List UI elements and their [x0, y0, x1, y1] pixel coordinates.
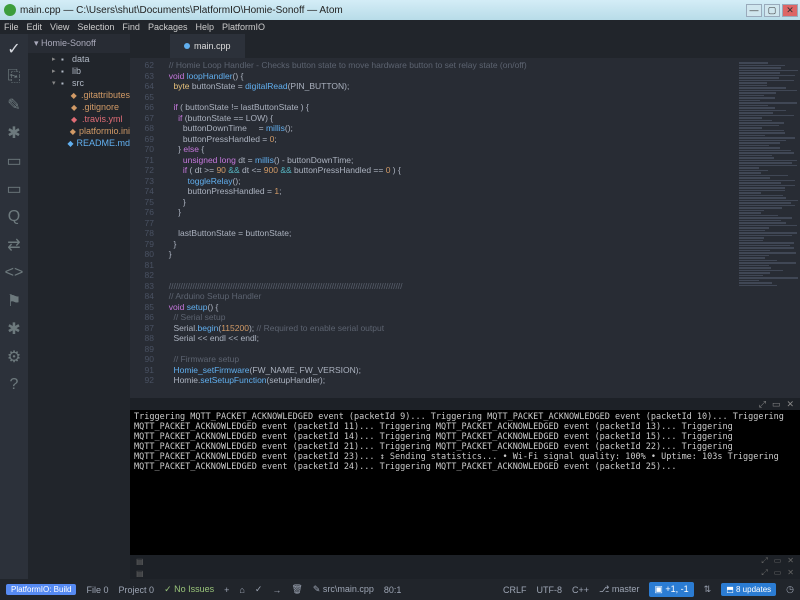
caret-icon: ▾ — [34, 38, 41, 48]
activity-icon[interactable]: ⎘ — [7, 70, 21, 84]
tree-item[interactable]: ◆.travis.yml — [28, 113, 130, 125]
tree-item[interactable]: ◆.gitattributes — [28, 89, 130, 101]
status-bar: PlatformIO: Build File 0 Project 0 ✓ No … — [0, 579, 800, 600]
bottom-panels: ▤ ⤢ ▭ ✕ ▤ ⤢ ▭ ✕ — [130, 555, 800, 579]
project-name: Homie-Sonoff — [41, 38, 96, 48]
line-ending[interactable]: CRLF — [503, 585, 527, 595]
close-button[interactable]: ✕ — [782, 4, 798, 17]
activity-icon[interactable]: ? — [7, 378, 21, 392]
atom-logo-icon — [4, 4, 16, 16]
file-issues[interactable]: File 0 — [86, 585, 108, 595]
menu-find[interactable]: Find — [122, 22, 140, 32]
menu-view[interactable]: View — [50, 22, 69, 32]
terminal-output[interactable]: Triggering MQTT_PACKET_ACKNOWLEDGED even… — [130, 410, 800, 555]
git-diff[interactable]: ▣ +1, -1 — [649, 582, 693, 597]
tab-main-cpp[interactable]: main.cpp — [170, 34, 245, 58]
expand-icon[interactable]: ⤢ — [761, 568, 767, 578]
menu-file[interactable]: File — [4, 22, 19, 32]
close-icon[interactable]: ✕ — [787, 556, 794, 566]
activity-icon[interactable]: <> — [7, 266, 21, 280]
menu-bar: File Edit View Selection Find Packages Help Pla… — [0, 20, 800, 34]
activity-icon[interactable]: ⇄ — [7, 238, 21, 252]
pio-build-icon[interactable]: ✓ — [255, 584, 263, 595]
menu-selection[interactable]: Selection — [77, 22, 114, 32]
activity-icon[interactable]: ✎ — [7, 98, 21, 112]
dup-icon[interactable]: ▭ — [774, 568, 782, 578]
panel-icon[interactable]: ▤ — [136, 557, 144, 566]
pio-home-icon[interactable]: ⌂ — [239, 585, 244, 595]
activity-icon[interactable]: ⚑ — [7, 294, 21, 308]
language[interactable]: C++ — [572, 585, 589, 595]
tree-item[interactable]: ◆platformio.ini — [28, 125, 130, 137]
activity-icon[interactable]: Q — [7, 210, 21, 224]
source-code[interactable]: // Homie Loop Handler - Checks button st… — [160, 58, 800, 398]
menu-help[interactable]: Help — [195, 22, 214, 32]
tree-item[interactable]: ▸▪lib — [28, 65, 130, 77]
expand-icon[interactable]: ⤢ — [761, 556, 767, 566]
git-fetch-icon[interactable]: ⇅ — [704, 584, 712, 595]
tab-label: main.cpp — [194, 41, 231, 51]
menu-packages[interactable]: Packages — [148, 22, 188, 32]
minimize-button[interactable]: — — [746, 4, 762, 17]
tree-item[interactable]: ▸▪data — [28, 53, 130, 65]
panel-icon[interactable]: ▤ — [136, 569, 144, 578]
maximize-button[interactable]: ▢ — [764, 4, 780, 17]
pio-new-icon[interactable]: + — [224, 585, 229, 595]
encoding[interactable]: UTF-8 — [536, 585, 562, 595]
tab-bar: main.cpp — [130, 34, 800, 58]
editor[interactable]: 6263646566676869707172737475767778798081… — [130, 58, 800, 398]
project-issues[interactable]: Project 0 — [119, 585, 155, 595]
activity-icon[interactable]: ▭ — [7, 154, 21, 168]
filepath: ✎ src\main.cpp — [313, 584, 374, 595]
file-tree-sidebar: ▾ Homie-Sonoff ▸▪data▸▪lib▾▪src◆.gitattr… — [28, 34, 130, 579]
close-panel-icon[interactable]: ✕ — [786, 399, 794, 410]
modified-dot-icon — [184, 43, 190, 49]
settings-icon[interactable]: ◷ — [786, 584, 794, 595]
tree-item[interactable]: ◆.gitignore — [28, 101, 130, 113]
activity-icon[interactable]: ▭ — [7, 182, 21, 196]
minimap[interactable] — [735, 58, 800, 378]
window-titlebar: main.cpp — C:\Users\shut\Documents\Platf… — [0, 0, 800, 20]
activity-bar: ✓ ⎘ ✎ ✱ ▭ ▭ Q ⇄ <> ⚑ ✱ ⚙? — [0, 34, 28, 579]
split-icon[interactable]: ▭ — [772, 399, 781, 410]
cursor-pos[interactable]: 80:1 — [384, 585, 402, 595]
pio-clean-icon[interactable]: 🗑 — [291, 584, 302, 595]
pio-upload-icon[interactable]: → — [272, 585, 281, 595]
line-gutter: 6263646566676869707172737475767778798081… — [130, 58, 160, 398]
terminal-header: ⤢ ▭ ✕ — [130, 398, 800, 410]
menu-edit[interactable]: Edit — [27, 22, 43, 32]
activity-icon[interactable]: ✱ — [7, 126, 21, 140]
activity-icon[interactable]: ⚙ — [7, 350, 21, 364]
updates-badge[interactable]: ⬒ 8 updates — [721, 583, 776, 596]
git-branch[interactable]: ⎇ master — [599, 584, 639, 595]
collapse-icon[interactable]: ⤢ — [759, 399, 766, 410]
window-title: main.cpp — C:\Users\shut\Documents\Platf… — [20, 5, 343, 16]
dup-icon[interactable]: ▭ — [774, 556, 782, 566]
activity-icon[interactable]: ✓ — [7, 42, 21, 56]
build-button[interactable]: PlatformIO: Build — [6, 584, 76, 595]
no-issues[interactable]: ✓ No Issues — [164, 584, 214, 595]
menu-platformio[interactable]: PlatformIO — [222, 22, 265, 32]
tree-item[interactable]: ▾▪src — [28, 77, 130, 89]
close-icon[interactable]: ✕ — [787, 568, 794, 578]
tree-item[interactable]: ◆README.md — [28, 137, 130, 149]
project-root[interactable]: ▾ Homie-Sonoff — [28, 34, 130, 53]
activity-icon[interactable]: ✱ — [7, 322, 21, 336]
